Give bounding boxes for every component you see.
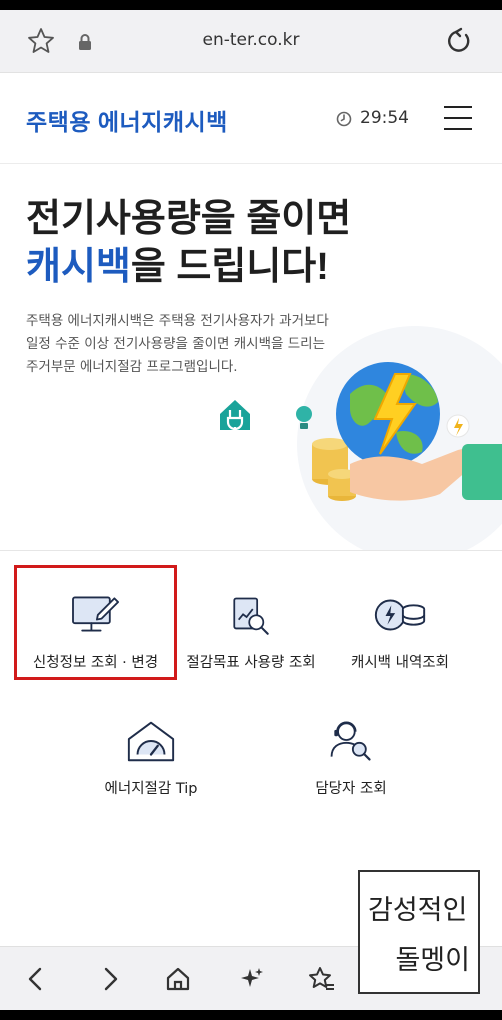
hero-headline-accent: 캐시백	[26, 246, 131, 288]
hero-headline-line2: 캐시백을 드립니다!	[26, 244, 329, 290]
site-logo[interactable]: 주택용 에너지캐시백	[26, 103, 228, 137]
browser-address-bar: en-ter.co.kr	[0, 10, 502, 73]
smart-house-icon	[220, 400, 250, 432]
url-text[interactable]: en-ter.co.kr	[0, 30, 502, 50]
hero-headline-line1: 전기사용량을 줄이면	[26, 198, 352, 240]
watermark-line2: 돌멩이	[395, 945, 470, 976]
menu-item-label: 캐시백 내역조회	[351, 655, 449, 671]
globe	[336, 362, 440, 466]
menu-item-target-usage[interactable]: 절감목표 사용량 조회	[177, 565, 325, 680]
menu-item-label: 절감목표 사용량 조회	[186, 655, 316, 671]
hero-headline-rest: 을 드립니다!	[130, 246, 329, 288]
highlight-box	[14, 565, 177, 680]
section-divider	[0, 550, 502, 551]
clock-icon	[336, 111, 352, 127]
hero-section: 전기사용량을 줄이면 캐시백을 드립니다! 주택용 에너지캐시백은 주택용 전기…	[0, 164, 502, 550]
menu-item-energy-tip[interactable]: 에너지절감 Tip	[80, 705, 222, 815]
menu-item-cashback-history[interactable]: 캐시백 내역조회	[330, 565, 470, 680]
status-bar	[0, 0, 502, 10]
site-header: 주택용 에너지캐시백 29:54	[0, 73, 502, 164]
house-gauge-icon	[127, 721, 175, 762]
sparkle-icon[interactable]	[238, 965, 266, 993]
menu-item-label: 담당자 조회	[315, 781, 387, 797]
menu-item-label: 에너지절감 Tip	[104, 781, 198, 797]
back-icon[interactable]	[22, 965, 50, 993]
watermark-line1: 감성적인	[368, 895, 468, 926]
hamburger-menu-icon[interactable]	[444, 106, 472, 130]
home-icon[interactable]	[164, 965, 192, 993]
forward-icon[interactable]	[96, 965, 124, 993]
report-search-icon	[233, 597, 269, 635]
hero-illustration	[220, 326, 502, 550]
bookmarks-icon[interactable]	[308, 965, 336, 993]
gesture-bar	[0, 1010, 502, 1020]
coin-stack-icon	[374, 599, 426, 631]
watermark-box: 감성적인 돌멩이	[358, 870, 480, 994]
agent-search-icon	[330, 721, 371, 761]
session-timer: 29:54	[336, 108, 436, 130]
reload-icon[interactable]	[444, 26, 474, 56]
timer-text: 29:54	[360, 108, 409, 128]
menu-item-contact-person[interactable]: 담당자 조회	[280, 705, 422, 815]
